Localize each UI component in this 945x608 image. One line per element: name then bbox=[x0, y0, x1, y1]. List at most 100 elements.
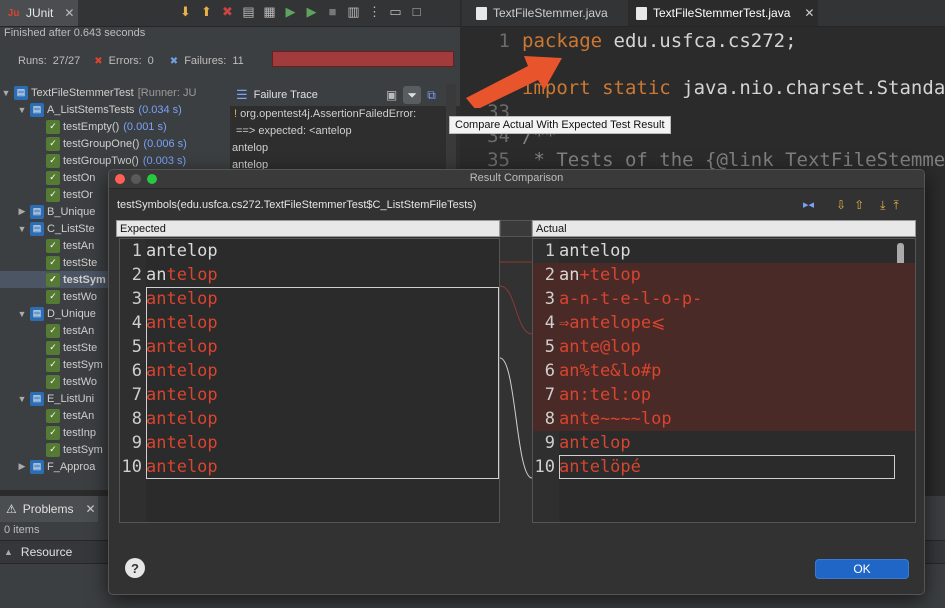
column-resource[interactable]: Resource bbox=[21, 545, 72, 559]
test-tree-item[interactable]: ✓ testEmpty() (0.001 s) bbox=[32, 118, 167, 135]
runner-suffix: [Runner: JU bbox=[137, 86, 197, 99]
test-suite-icon: ▤ bbox=[30, 204, 44, 219]
chevron-right-icon[interactable]: ▶ bbox=[16, 461, 28, 472]
test-tree-item[interactable]: ✓ testAn bbox=[32, 237, 94, 254]
failures-label: Failures: bbox=[184, 55, 227, 67]
result-comparison-dialog: Result Comparison testSymbols(edu.usfca.… bbox=[108, 169, 925, 595]
copy-trace-icon[interactable]: ⧉ bbox=[427, 88, 436, 103]
run-summary: Finished after 0.643 seconds bbox=[4, 27, 146, 39]
line-number: 9 bbox=[131, 433, 142, 453]
line-number: 10 bbox=[534, 457, 555, 477]
minimize-icon[interactable]: ▭ bbox=[388, 4, 403, 19]
close-icon[interactable]: ✕ bbox=[64, 6, 74, 20]
chevron-down-icon[interactable]: ▼ bbox=[0, 88, 12, 98]
previous-change-icon[interactable]: ⤒ bbox=[893, 198, 898, 213]
comparison-line: 2 antelop bbox=[120, 263, 499, 287]
test-tree-item[interactable]: ✓ testAn bbox=[32, 407, 94, 424]
test-tree-label: testAn bbox=[63, 324, 95, 337]
test-method-icon: ✓ bbox=[46, 442, 60, 457]
next-difference-icon[interactable]: ⇩ bbox=[836, 198, 846, 213]
chevron-down-icon[interactable]: ▼ bbox=[16, 105, 28, 115]
line-text: antelop bbox=[559, 433, 631, 453]
test-suite-icon: ▤ bbox=[30, 391, 44, 406]
test-tree-item[interactable]: ▼ ▤ TextFileStemmerTest [Runner: JU bbox=[0, 84, 196, 101]
error-icon: ✖ bbox=[94, 55, 103, 67]
problems-count: 0 items bbox=[4, 524, 40, 536]
java-file-icon bbox=[476, 6, 487, 20]
test-tree-item[interactable]: ✓ testInp bbox=[32, 424, 96, 441]
line-text: an+telop bbox=[559, 265, 641, 285]
test-method-icon: ✓ bbox=[46, 374, 60, 389]
errors-label: Errors: bbox=[108, 55, 142, 67]
test-tree-label: testAn bbox=[63, 409, 95, 422]
stack-filter-icon[interactable]: ▣ bbox=[386, 88, 397, 102]
test-tree-item[interactable]: ✓ testSym bbox=[32, 441, 103, 458]
previous-difference-icon[interactable]: ⇧ bbox=[854, 198, 864, 213]
stop-icon[interactable]: ■ bbox=[325, 4, 340, 19]
test-tree-item[interactable]: ▶ ▤ F_Approa bbox=[16, 458, 95, 475]
sort-icon: ▲ bbox=[4, 547, 13, 557]
problems-tab[interactable]: ⚠ Problems ✕ bbox=[0, 496, 98, 522]
rerun-failed-icon[interactable]: ▶ bbox=[304, 4, 319, 19]
history-icon[interactable]: ▥ bbox=[346, 4, 361, 19]
tab-textfilestemmertest[interactable]: TextFileStemmerTest.java ✕ bbox=[628, 0, 818, 26]
view-menu-icon[interactable]: ⋮ bbox=[367, 4, 382, 19]
test-tree-item[interactable]: ✓ testOn bbox=[32, 169, 95, 186]
ignore-whitespace-icon[interactable]: ▸◂ bbox=[803, 198, 814, 213]
test-tree-item[interactable]: ✓ testSte bbox=[32, 254, 97, 271]
failure-trace-header: ☰ Failure Trace ▣ ⏷ ⧉ bbox=[230, 84, 460, 106]
test-tree-item[interactable]: ✓ testGroupOne() (0.006 s) bbox=[32, 135, 187, 152]
help-button[interactable]: ? bbox=[125, 558, 145, 578]
line-text: antelop bbox=[146, 241, 218, 261]
comparison-line: 3 a-n-t-e-l-o-p- bbox=[533, 287, 915, 311]
scroll-lock-icon[interactable]: ▤ bbox=[241, 4, 256, 19]
test-tree-item[interactable]: ▼ ▤ A_ListStemsTests (0.034 s) bbox=[16, 101, 182, 118]
test-tree-label: F_Approa bbox=[47, 460, 96, 473]
list-icon: ☰ bbox=[236, 87, 248, 102]
test-tree-item[interactable]: ▼ ▤ D_Unique bbox=[16, 305, 96, 322]
test-method-icon: ✓ bbox=[46, 340, 60, 355]
test-tree-label: C_ListSte bbox=[47, 222, 95, 235]
test-tree-label: A_ListStemsTests bbox=[47, 103, 135, 116]
test-tree-item[interactable]: ✓ testOr bbox=[32, 186, 93, 203]
chevron-down-icon[interactable]: ▼ bbox=[16, 394, 28, 404]
tab-textfilestemmer[interactable]: TextFileStemmer.java bbox=[468, 0, 628, 26]
close-icon[interactable]: ✕ bbox=[804, 6, 814, 20]
chevron-right-icon[interactable]: ▶ bbox=[16, 206, 28, 217]
maximize-icon[interactable]: □ bbox=[409, 4, 424, 19]
tab-label: TextFileStemmerTest.java bbox=[653, 6, 791, 20]
test-tree-label: testWo bbox=[63, 290, 98, 303]
chevron-down-icon[interactable]: ▼ bbox=[16, 224, 28, 234]
expected-pane[interactable]: 1 antelop 2 antelop 3 antelop 4 antelop 5 antelop… bbox=[119, 238, 500, 523]
junit-tab[interactable]: Ju JUnit ✕ bbox=[0, 0, 78, 26]
test-tree-item[interactable]: ✓ testSym bbox=[32, 356, 103, 373]
rerun-test-icon[interactable]: ▶ bbox=[283, 4, 298, 19]
test-tree-label: testSym bbox=[63, 273, 106, 286]
actual-pane[interactable]: 1 antelop 2 an+telop 3 a-n-t-e-l-o-p- 4 ⇒antelo… bbox=[532, 238, 916, 523]
test-tree-item[interactable]: ▶ ▤ B_Unique bbox=[16, 203, 95, 220]
test-tree-item[interactable]: ✓ testWo bbox=[32, 373, 97, 390]
test-tree-item[interactable]: ✓ testGroupTwo() (0.003 s) bbox=[32, 152, 186, 169]
failure-trace-label: Failure Trace bbox=[253, 89, 318, 101]
close-icon[interactable]: ✕ bbox=[85, 502, 95, 516]
next-change-icon[interactable]: ⤓ bbox=[880, 198, 885, 213]
tab-label: TextFileStemmer.java bbox=[493, 6, 608, 20]
next-failure-icon[interactable]: ⬇ bbox=[178, 4, 193, 19]
test-tree-item[interactable]: ▼ ▤ C_ListSte bbox=[16, 220, 95, 237]
test-method-icon: ✓ bbox=[46, 357, 60, 372]
test-tree-item[interactable]: ✓ testSte bbox=[32, 339, 97, 356]
previous-failure-icon[interactable]: ⬆ bbox=[199, 4, 214, 19]
test-tree-item[interactable]: ✓ testWo bbox=[32, 288, 97, 305]
layout-icon[interactable]: ▦ bbox=[262, 4, 277, 19]
show-failures-only-icon[interactable]: ✖ bbox=[220, 4, 235, 19]
test-tree-item[interactable]: ✓ testAn bbox=[32, 322, 94, 339]
chevron-down-icon[interactable]: ▼ bbox=[16, 309, 28, 319]
test-method-icon: ✓ bbox=[46, 238, 60, 253]
compare-result-icon[interactable]: ⏷ bbox=[403, 86, 422, 104]
actual-label: Actual bbox=[532, 220, 916, 237]
ok-button[interactable]: OK bbox=[815, 559, 909, 579]
test-tree-label: testOn bbox=[63, 171, 96, 184]
comparison-line: 5 ante@lop bbox=[533, 335, 915, 359]
test-tree-item[interactable]: ▼ ▤ E_ListUni bbox=[16, 390, 94, 407]
test-method-icon: ✓ bbox=[46, 425, 60, 440]
